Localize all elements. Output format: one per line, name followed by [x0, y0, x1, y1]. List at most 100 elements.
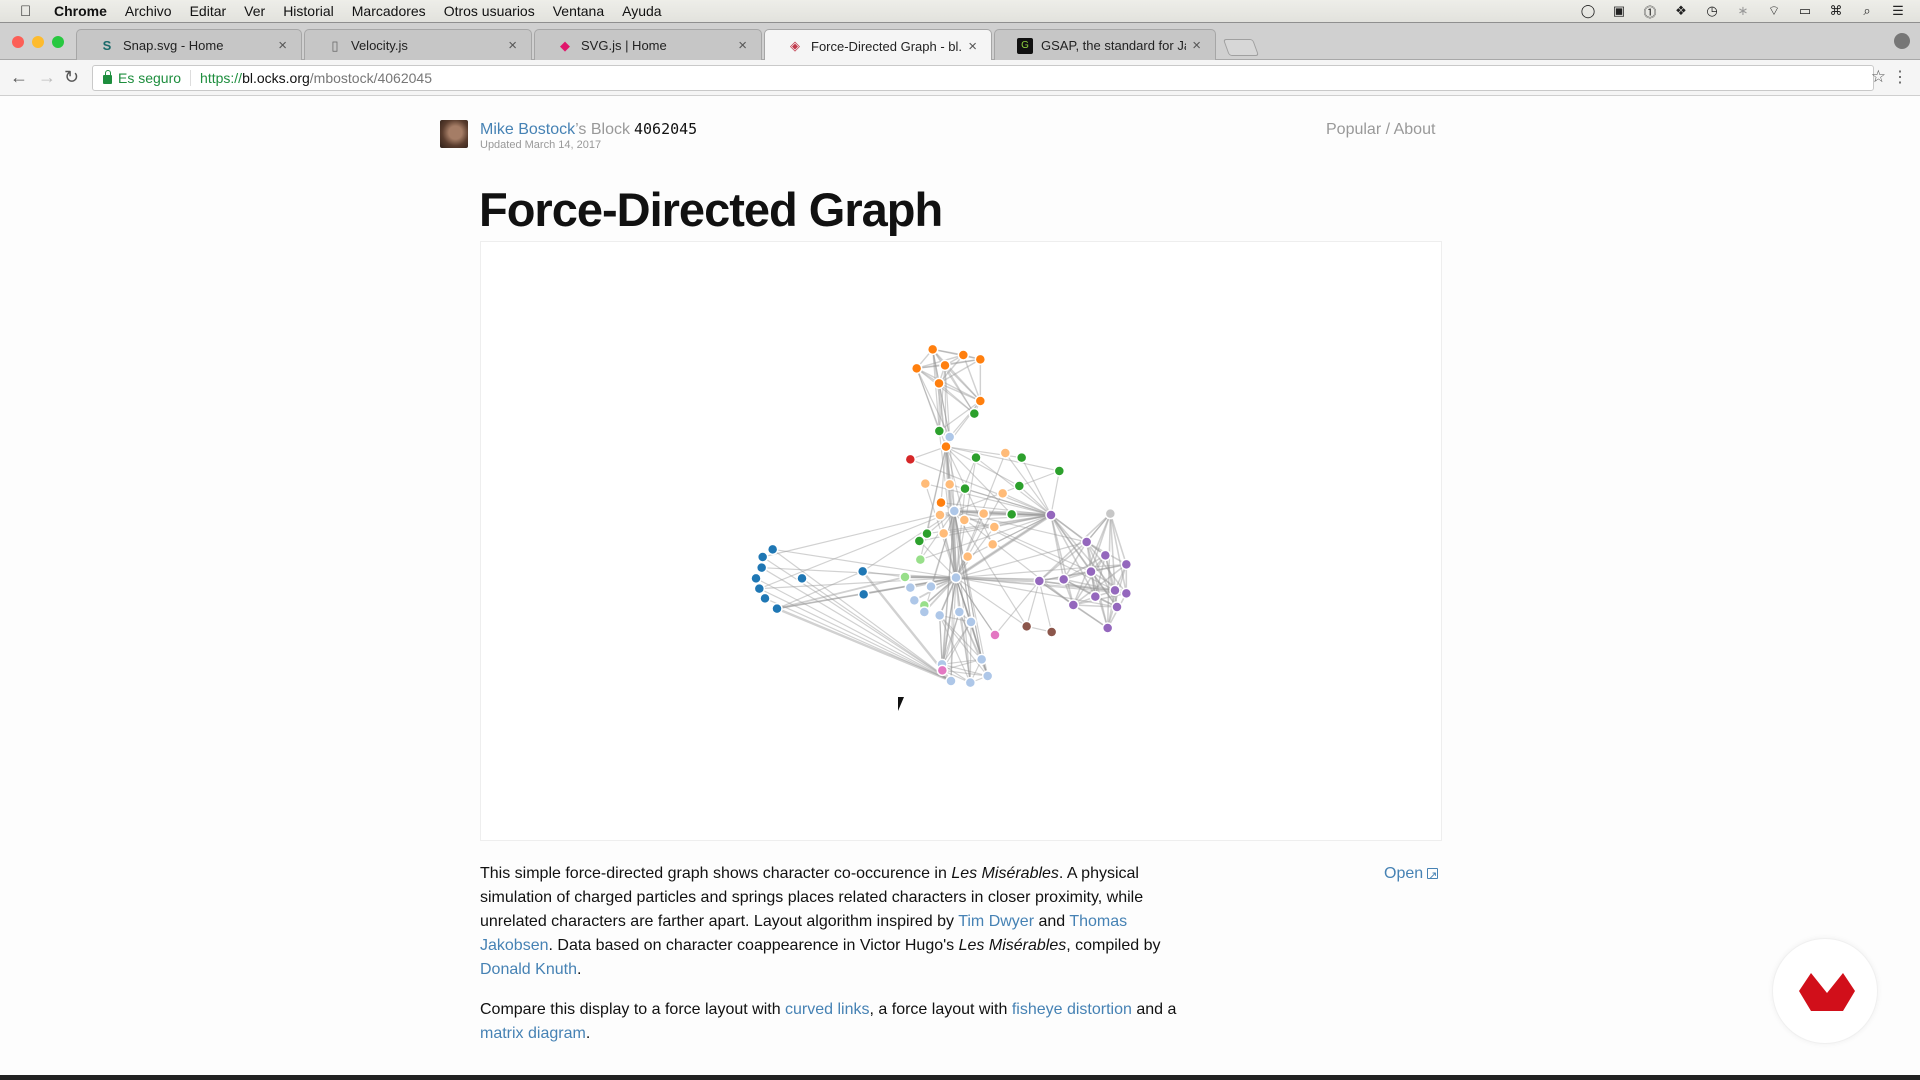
- battery-icon[interactable]: ▭: [1797, 3, 1813, 18]
- graph-node[interactable]: [958, 514, 971, 526]
- screen-record-icon[interactable]: ▣: [1611, 3, 1627, 18]
- graph-node[interactable]: [975, 653, 988, 666]
- graph-node[interactable]: [925, 580, 937, 593]
- secure-label[interactable]: Es seguro: [118, 70, 192, 86]
- tab-svgjs[interactable]: ◆ SVG.js | Home ×: [534, 29, 762, 61]
- graph-node[interactable]: [1104, 507, 1117, 520]
- graph-node[interactable]: [961, 550, 974, 563]
- graph-node[interactable]: [1089, 590, 1102, 603]
- zoom-window-button[interactable]: [52, 36, 64, 48]
- graph-node[interactable]: [1015, 451, 1028, 464]
- graph-node[interactable]: [856, 565, 869, 578]
- graph-node[interactable]: [904, 453, 917, 466]
- notification-center-icon[interactable]: ☰: [1890, 3, 1906, 18]
- graph-node[interactable]: [965, 616, 977, 628]
- graph-node[interactable]: [968, 407, 981, 420]
- spotlight-icon[interactable]: ⌕: [1859, 3, 1875, 18]
- graph-node[interactable]: [977, 507, 990, 520]
- graph-node[interactable]: [753, 582, 766, 595]
- graph-node[interactable]: [1013, 480, 1026, 492]
- about-link[interactable]: About: [1394, 121, 1436, 138]
- graph-node[interactable]: [948, 505, 961, 517]
- graph-node[interactable]: [937, 527, 950, 540]
- graph-node[interactable]: [904, 581, 917, 594]
- 1password-icon[interactable]: ⓵: [1642, 4, 1658, 20]
- close-tab-icon[interactable]: ×: [278, 37, 287, 54]
- graph-node[interactable]: [988, 521, 1001, 533]
- menu-app-chrome[interactable]: Chrome: [54, 3, 107, 19]
- siri-icon[interactable]: ◯: [1580, 3, 1596, 18]
- graph-node[interactable]: [1057, 573, 1070, 586]
- graph-node[interactable]: [957, 349, 970, 361]
- tab-gsap[interactable]: G GSAP, the standard for JavaScript ×: [994, 29, 1216, 61]
- back-icon[interactable]: ←: [10, 67, 28, 88]
- graph-node[interactable]: [986, 538, 999, 551]
- graph-node[interactable]: [936, 664, 949, 677]
- graph-node[interactable]: [933, 609, 946, 622]
- curved-links-link[interactable]: curved links: [785, 1001, 869, 1018]
- graph-node[interactable]: [943, 431, 956, 443]
- graph-node[interactable]: [933, 377, 945, 390]
- graph-node[interactable]: [1120, 558, 1133, 571]
- avatar[interactable]: [440, 120, 468, 148]
- tab-force-directed-graph[interactable]: ◈ Force-Directed Graph - bl.ocks ×: [764, 29, 992, 62]
- fisheye-distortion-link[interactable]: fisheye distortion: [1012, 1001, 1132, 1018]
- graph-node[interactable]: [899, 571, 911, 583]
- graph-node[interactable]: [1099, 549, 1112, 562]
- tab-velocity[interactable]: ▯ Velocity.js ×: [304, 29, 532, 61]
- donald-knuth-link[interactable]: Donald Knuth: [480, 961, 577, 978]
- menu-historial[interactable]: Historial: [283, 3, 334, 19]
- graph-node[interactable]: [943, 478, 956, 491]
- tab-snap-svg[interactable]: S Snap.svg - Home ×: [76, 29, 302, 61]
- graph-node[interactable]: [989, 629, 1001, 641]
- graph-node[interactable]: [981, 670, 994, 682]
- graph-node[interactable]: [1085, 565, 1097, 578]
- graph-node[interactable]: [755, 561, 768, 574]
- graph-node[interactable]: [1111, 601, 1123, 613]
- close-tab-icon[interactable]: ×: [1192, 37, 1201, 54]
- graph-node[interactable]: [1045, 626, 1058, 638]
- graph-node[interactable]: [959, 482, 971, 495]
- new-tab-button[interactable]: [1222, 39, 1260, 56]
- graph-node[interactable]: [771, 602, 783, 615]
- menu-otros-usuarios[interactable]: Otros usuarios: [444, 3, 535, 19]
- menu-ver[interactable]: Ver: [244, 3, 265, 19]
- graph-node[interactable]: [914, 553, 927, 566]
- menu-editar[interactable]: Editar: [190, 3, 227, 19]
- profile-icon[interactable]: [1894, 33, 1910, 49]
- close-window-button[interactable]: [12, 36, 24, 48]
- graph-node[interactable]: [926, 343, 939, 356]
- graph-node[interactable]: [945, 675, 957, 687]
- dropbox-icon[interactable]: ❖: [1673, 3, 1689, 18]
- graph-node[interactable]: [933, 425, 946, 437]
- menu-ventana[interactable]: Ventana: [553, 3, 604, 19]
- popular-link[interactable]: Popular: [1326, 121, 1381, 138]
- graph-node[interactable]: [1053, 465, 1066, 477]
- graph-node[interactable]: [1020, 620, 1033, 633]
- graph-node[interactable]: [953, 606, 966, 618]
- forward-icon[interactable]: →: [38, 67, 56, 88]
- chrome-menu-icon[interactable]: ⋮: [1892, 67, 1908, 87]
- graph-node[interactable]: [1045, 509, 1057, 521]
- floating-logo-button[interactable]: [1772, 938, 1878, 1044]
- wifi-icon[interactable]: ⌔: [1766, 3, 1782, 18]
- force-graph-svg[interactable]: [481, 242, 1443, 842]
- time-machine-icon[interactable]: ◷: [1704, 3, 1720, 18]
- address-bar[interactable]: Es seguro https:// bl.ocks.org /mbostock…: [92, 65, 1874, 91]
- close-tab-icon[interactable]: ×: [508, 37, 517, 54]
- graph-node[interactable]: [756, 551, 769, 563]
- graph-node[interactable]: [766, 543, 779, 556]
- graph-node[interactable]: [910, 362, 923, 375]
- graph-node[interactable]: [1067, 599, 1080, 611]
- apple-menu-icon[interactable]: : [20, 3, 36, 20]
- menu-archivo[interactable]: Archivo: [125, 3, 172, 19]
- lock-icon[interactable]: [103, 69, 112, 84]
- matrix-diagram-link[interactable]: matrix diagram: [480, 1025, 586, 1042]
- graph-node[interactable]: [913, 535, 926, 547]
- graph-node[interactable]: [1120, 587, 1133, 600]
- graph-node[interactable]: [935, 496, 947, 509]
- graph-node[interactable]: [996, 487, 1009, 500]
- minimize-window-button[interactable]: [32, 36, 44, 48]
- graph-node[interactable]: [1101, 622, 1114, 634]
- gist-id[interactable]: 4062045: [634, 120, 697, 138]
